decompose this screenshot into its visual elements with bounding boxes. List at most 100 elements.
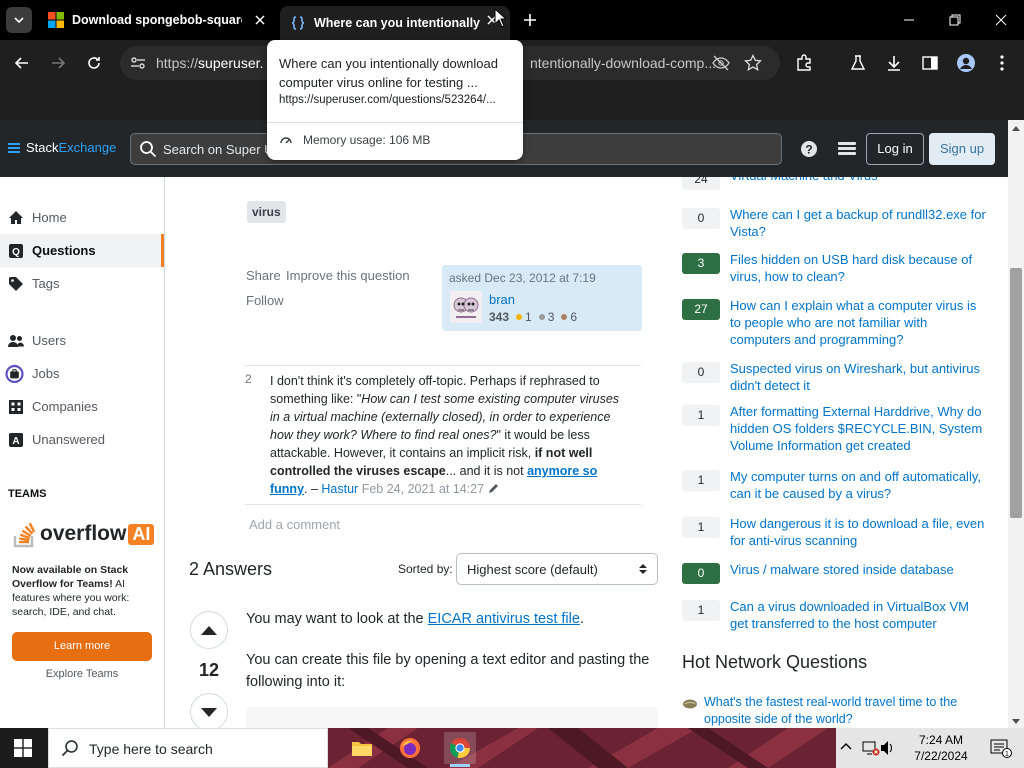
upvote-button[interactable] (190, 611, 228, 649)
page-scrollbar[interactable] (1008, 120, 1024, 728)
nav-unanswered[interactable]: A Unanswered (0, 423, 164, 456)
gold-count: 1 (525, 310, 532, 324)
tag-virus[interactable]: virus (247, 201, 286, 223)
browser-tab-spongebob[interactable]: Download spongebob-squarep (38, 6, 278, 34)
site-settings-icon[interactable] (130, 55, 146, 71)
related-score: 1 (682, 405, 720, 426)
taskbar-file-explorer[interactable] (346, 732, 378, 764)
nav-label: Home (32, 210, 67, 225)
edited-pencil-icon[interactable] (488, 483, 499, 494)
stackexchange-logo[interactable]: Stack Exchange (8, 140, 116, 155)
forward-button[interactable] (46, 51, 70, 75)
hot-network-title[interactable]: What's the fastest real-world travel tim… (704, 694, 984, 728)
nav-companies[interactable]: Companies (0, 390, 164, 423)
related-score: 3 (682, 253, 720, 274)
profile-button[interactable] (954, 51, 978, 75)
help-icon[interactable]: ? (800, 140, 818, 158)
clock[interactable]: 7:24 AM 7/22/2024 (896, 732, 986, 764)
sort-select[interactable]: Highest score (default) (456, 553, 658, 585)
related-title[interactable]: How can I explain what a computer virus … (730, 297, 990, 348)
learn-more-button[interactable]: Learn more (12, 632, 152, 661)
tag-icon (9, 276, 23, 291)
url-tail: ntentionally-download-comp... (530, 55, 716, 71)
chevron-down-icon (14, 17, 24, 23)
restore-button[interactable] (932, 0, 978, 40)
related-title[interactable]: Files hidden on USB hard disk because of… (730, 251, 990, 285)
teams-promo-text: Now available on Stack Overflow for Team… (12, 563, 157, 619)
explore-teams-link[interactable]: Explore Teams (12, 668, 152, 680)
login-button[interactable]: Log in (866, 133, 924, 165)
comment-time[interactable]: Feb 24, 2021 at 14:27 (362, 482, 484, 496)
follow-link[interactable]: Follow (246, 293, 284, 308)
nav-questions[interactable]: Q Questions (0, 234, 164, 267)
svg-text:?: ? (805, 143, 812, 157)
related-score: 1 (682, 517, 720, 538)
sort-label: Sorted by: (398, 562, 453, 576)
improve-question-link[interactable]: Improve this question (286, 268, 410, 283)
signup-button[interactable]: Sign up (929, 133, 995, 165)
nav-home[interactable]: Home (0, 201, 164, 234)
scroll-up-arrow-icon[interactable] (1012, 126, 1020, 131)
related-title[interactable]: After formatting External Harddrive, Why… (730, 403, 990, 454)
related-title[interactable]: Where can I get a backup of rundll32.exe… (730, 206, 990, 240)
bookmark-star-icon[interactable] (744, 54, 762, 72)
downvote-button[interactable] (190, 693, 228, 728)
hover-card-memory: Memory usage: 106 MB (303, 133, 431, 147)
nav-jobs[interactable]: Jobs (0, 357, 164, 390)
taskbar-search-input[interactable]: Type here to search (48, 728, 328, 768)
owner-username[interactable]: bran (489, 292, 515, 307)
logo-exchange: Exchange (58, 140, 117, 155)
nav-label: Questions (32, 243, 96, 258)
related-title[interactable]: Suspected virus on Wireshark, but antivi… (730, 360, 990, 394)
avatar[interactable] (450, 291, 482, 323)
related-title[interactable]: Virtual Machine and Virus (730, 177, 990, 184)
new-tab-icon[interactable] (520, 10, 540, 30)
share-link[interactable]: Share (246, 268, 281, 283)
browser-tab-superuser[interactable]: Where can you intentionally do (280, 6, 510, 40)
add-comment-link[interactable]: Add a comment (249, 517, 340, 532)
close-tab-icon[interactable] (254, 14, 266, 26)
scroll-down-arrow-icon[interactable] (1012, 719, 1020, 724)
minimize-button[interactable] (886, 0, 932, 40)
tab-search-button[interactable] (6, 7, 32, 33)
related-title[interactable]: How dangerous it is to download a file, … (730, 515, 990, 549)
questions-icon: Q (9, 243, 23, 258)
related-title[interactable]: Virus / malware stored inside database (730, 561, 990, 578)
restore-icon (949, 14, 961, 26)
menu-button[interactable] (990, 51, 1014, 75)
silver-badge-icon (538, 314, 545, 320)
volume-icon[interactable] (880, 739, 894, 757)
site-switcher-icon[interactable] (838, 141, 856, 157)
related-score: 0 (682, 563, 720, 584)
answer-paragraph: You can create this file by opening a te… (246, 652, 650, 690)
right-sidebar: 24 Virtual Machine and Virus 0 Where can I … (665, 177, 1008, 728)
related-score: 1 (682, 470, 720, 491)
scrollbar-thumb[interactable] (1010, 268, 1022, 518)
nav-users[interactable]: Users (0, 324, 164, 357)
related-title[interactable]: My computer turns on and off automatical… (730, 468, 990, 502)
comment-user[interactable]: Hastur (321, 482, 358, 496)
side-panel-button[interactable] (918, 51, 942, 75)
comments-divider (245, 365, 641, 366)
chevron-up-icon[interactable] (840, 742, 852, 750)
related-title[interactable]: Can a virus downloaded in VirtualBox VM … (730, 598, 990, 632)
notification-icon[interactable]: 1 (990, 738, 1012, 758)
close-window-button[interactable] (978, 0, 1024, 40)
taskbar-firefox[interactable] (394, 732, 426, 764)
home-icon (9, 210, 23, 224)
upvote-arrow-icon (201, 625, 217, 635)
reload-button[interactable] (82, 51, 106, 75)
taskbar-chrome[interactable] (444, 732, 476, 767)
network-icon[interactable] (862, 740, 880, 756)
downloads-button[interactable] (882, 51, 906, 75)
mouse-cursor-icon (494, 8, 508, 28)
extensions-button[interactable] (792, 51, 816, 75)
eye-off-icon[interactable] (712, 55, 730, 71)
labs-button[interactable] (846, 51, 870, 75)
nav-tags[interactable]: Tags (0, 267, 164, 300)
back-button[interactable] (10, 51, 34, 75)
eicar-link[interactable]: EICAR antivirus test file (428, 611, 580, 627)
windows-start-icon[interactable] (14, 739, 32, 757)
sort-value: Highest score (default) (467, 562, 598, 577)
taskbar-search-placeholder: Type here to search (89, 741, 213, 757)
